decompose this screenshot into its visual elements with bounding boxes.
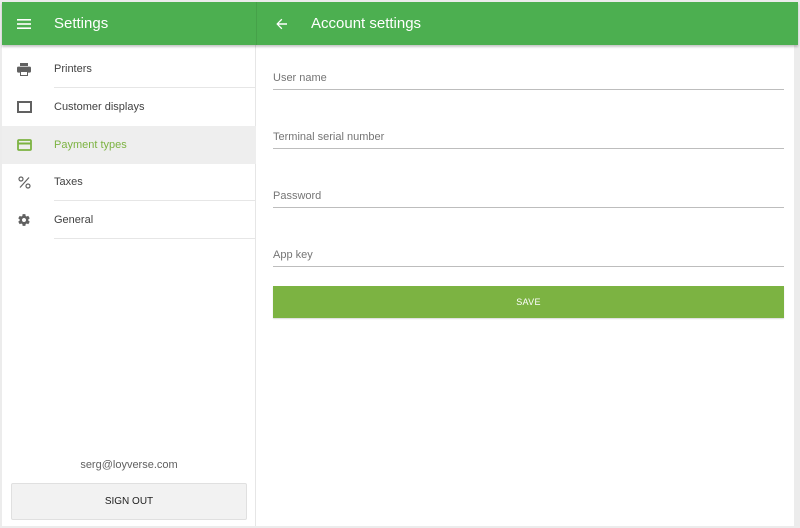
- field-underline: [273, 266, 784, 267]
- appbar-divider: [256, 2, 257, 45]
- password-field[interactable]: [273, 184, 784, 208]
- back-button[interactable]: [270, 12, 294, 36]
- sidebar-item-label: Customer displays: [54, 101, 145, 113]
- terminal-serial-number-input[interactable]: [273, 125, 784, 148]
- field-underline: [273, 89, 784, 90]
- credit-card-icon: [16, 137, 32, 153]
- sidebar-item-taxes[interactable]: Taxes: [2, 163, 256, 201]
- sign-out-button[interactable]: SIGN OUT: [11, 483, 247, 520]
- sidebar-item-label: Printers: [54, 63, 92, 75]
- sidebar-item-payment-types[interactable]: Payment types: [2, 126, 256, 164]
- password-input[interactable]: [273, 184, 784, 207]
- terminal-serial-number-field[interactable]: [273, 125, 784, 149]
- save-button[interactable]: SAVE: [273, 286, 784, 318]
- field-underline: [273, 148, 784, 149]
- app-bar: Settings Account settings: [2, 2, 798, 45]
- user-name-input[interactable]: [273, 66, 784, 89]
- app-key-input[interactable]: [273, 243, 784, 266]
- sidebar-item-label: Taxes: [54, 176, 83, 188]
- app-window: Settings Account settings Printers Custo…: [2, 2, 798, 526]
- printer-icon: [16, 61, 32, 77]
- app-key-field[interactable]: [273, 243, 784, 267]
- percent-icon: [16, 174, 32, 190]
- sidebar: Printers Customer displays Payment types…: [2, 45, 256, 526]
- settings-title: Settings: [54, 15, 109, 32]
- display-icon: [16, 99, 32, 115]
- sidebar-item-printers[interactable]: Printers: [2, 50, 256, 88]
- menu-icon: [17, 19, 31, 29]
- menu-button[interactable]: [12, 12, 36, 36]
- sidebar-item-label: Payment types: [54, 139, 127, 151]
- user-name-field[interactable]: [273, 66, 784, 90]
- gear-icon: [16, 212, 32, 228]
- account-settings-form: SAVE: [257, 45, 798, 526]
- user-email: serg@loyverse.com: [80, 459, 178, 471]
- sidebar-item-general[interactable]: General: [2, 201, 256, 239]
- divider: [54, 238, 256, 239]
- sidebar-item-label: General: [54, 214, 94, 226]
- field-underline: [273, 207, 784, 208]
- sidebar-item-customer-displays[interactable]: Customer displays: [2, 88, 256, 126]
- page-title: Account settings: [311, 15, 422, 32]
- arrow-back-icon: [276, 18, 287, 30]
